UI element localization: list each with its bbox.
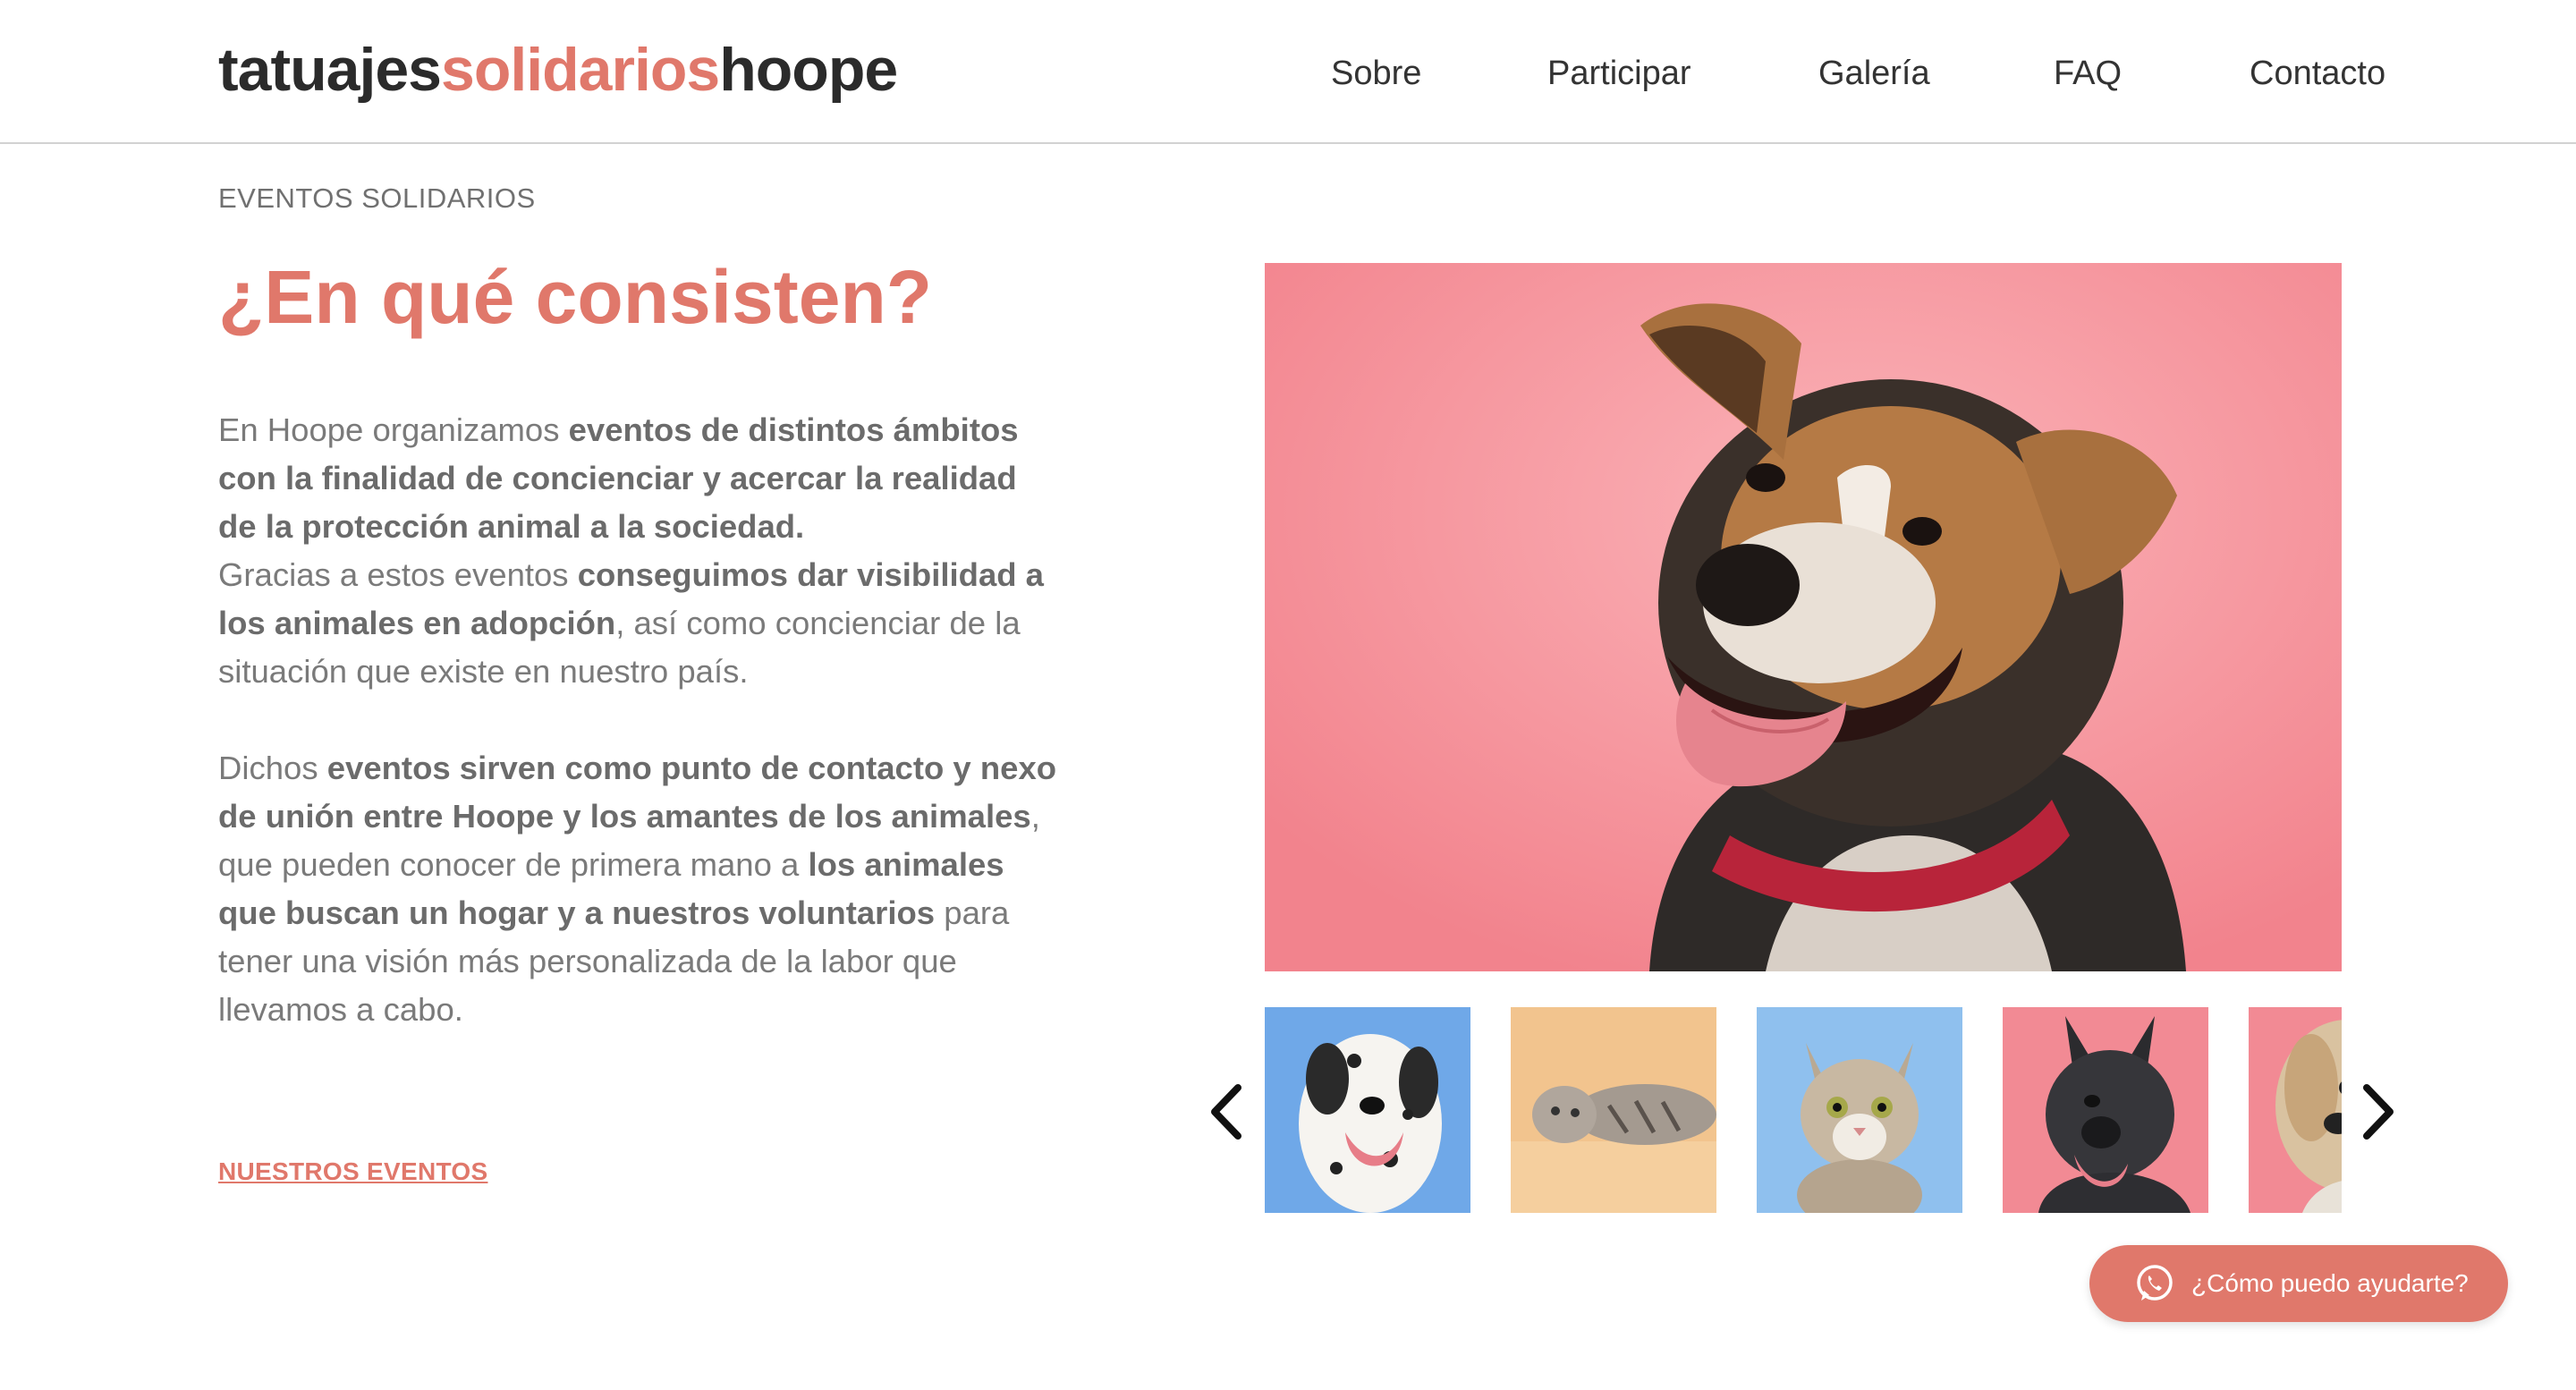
dog-photo [1265,263,2342,971]
nav-contacto[interactable]: Contacto [2250,47,2385,100]
shaggy-dog-photo [2249,1007,2342,1213]
chevron-left-icon [1211,1084,1241,1140]
thumbnail-3[interactable] [1757,1007,1962,1213]
main-nav: Sobre Participar Galería FAQ Contacto [0,47,2576,100]
gallery-thumbnails [1265,1007,2342,1213]
black-dog-photo [2003,1007,2208,1213]
tabby-cat-lying-photo [1511,1007,1716,1213]
thumbnail-4[interactable] [2003,1007,2208,1213]
chat-button-label: ¿Cómo puedo ayudarte? [2191,1269,2469,1297]
section-title: ¿En qué consisten? [218,255,933,339]
whatsapp-icon [2137,1265,2173,1301]
nav-participar[interactable]: Participar [1547,47,1691,100]
thumbnail-5[interactable] [2249,1007,2342,1213]
intro-paragraph: En Hoope organizamos eventos de distinto… [218,406,1059,696]
thumbnail-1[interactable] [1265,1007,1470,1213]
p2-bold-1: eventos sirven como punto de contacto y … [218,750,1057,835]
tabby-kitten-photo [1757,1007,1962,1213]
gallery-prev-button[interactable] [1204,1081,1249,1143]
section-eyebrow: EVENTOS SOLIDARIOS [218,182,536,214]
details-paragraph: Dichos eventos sirven como punto de cont… [218,744,1059,1034]
nav-sobre[interactable]: Sobre [1331,47,1421,100]
thumbnail-2[interactable] [1511,1007,1716,1213]
nuestros-eventos-link[interactable]: NUESTROS EVENTOS [218,1156,487,1188]
nav-faq[interactable]: FAQ [2054,47,2122,100]
p1-text-1: En Hoope organizamos [218,411,569,448]
chevron-right-icon [2363,1084,2394,1140]
gallery-main-image [1265,263,2342,971]
p2-text-1: Dichos [218,750,327,786]
gallery-next-button[interactable] [2356,1081,2401,1143]
whatsapp-chat-button[interactable]: ¿Cómo puedo ayudarte? [2089,1245,2508,1322]
p1-text-2: Gracias a estos eventos [218,556,578,593]
nav-galeria[interactable]: Galería [1818,47,1930,100]
site-header: tatuajessolidarioshoope Sobre Participar… [0,0,2576,144]
dalmatian-photo [1265,1007,1470,1213]
